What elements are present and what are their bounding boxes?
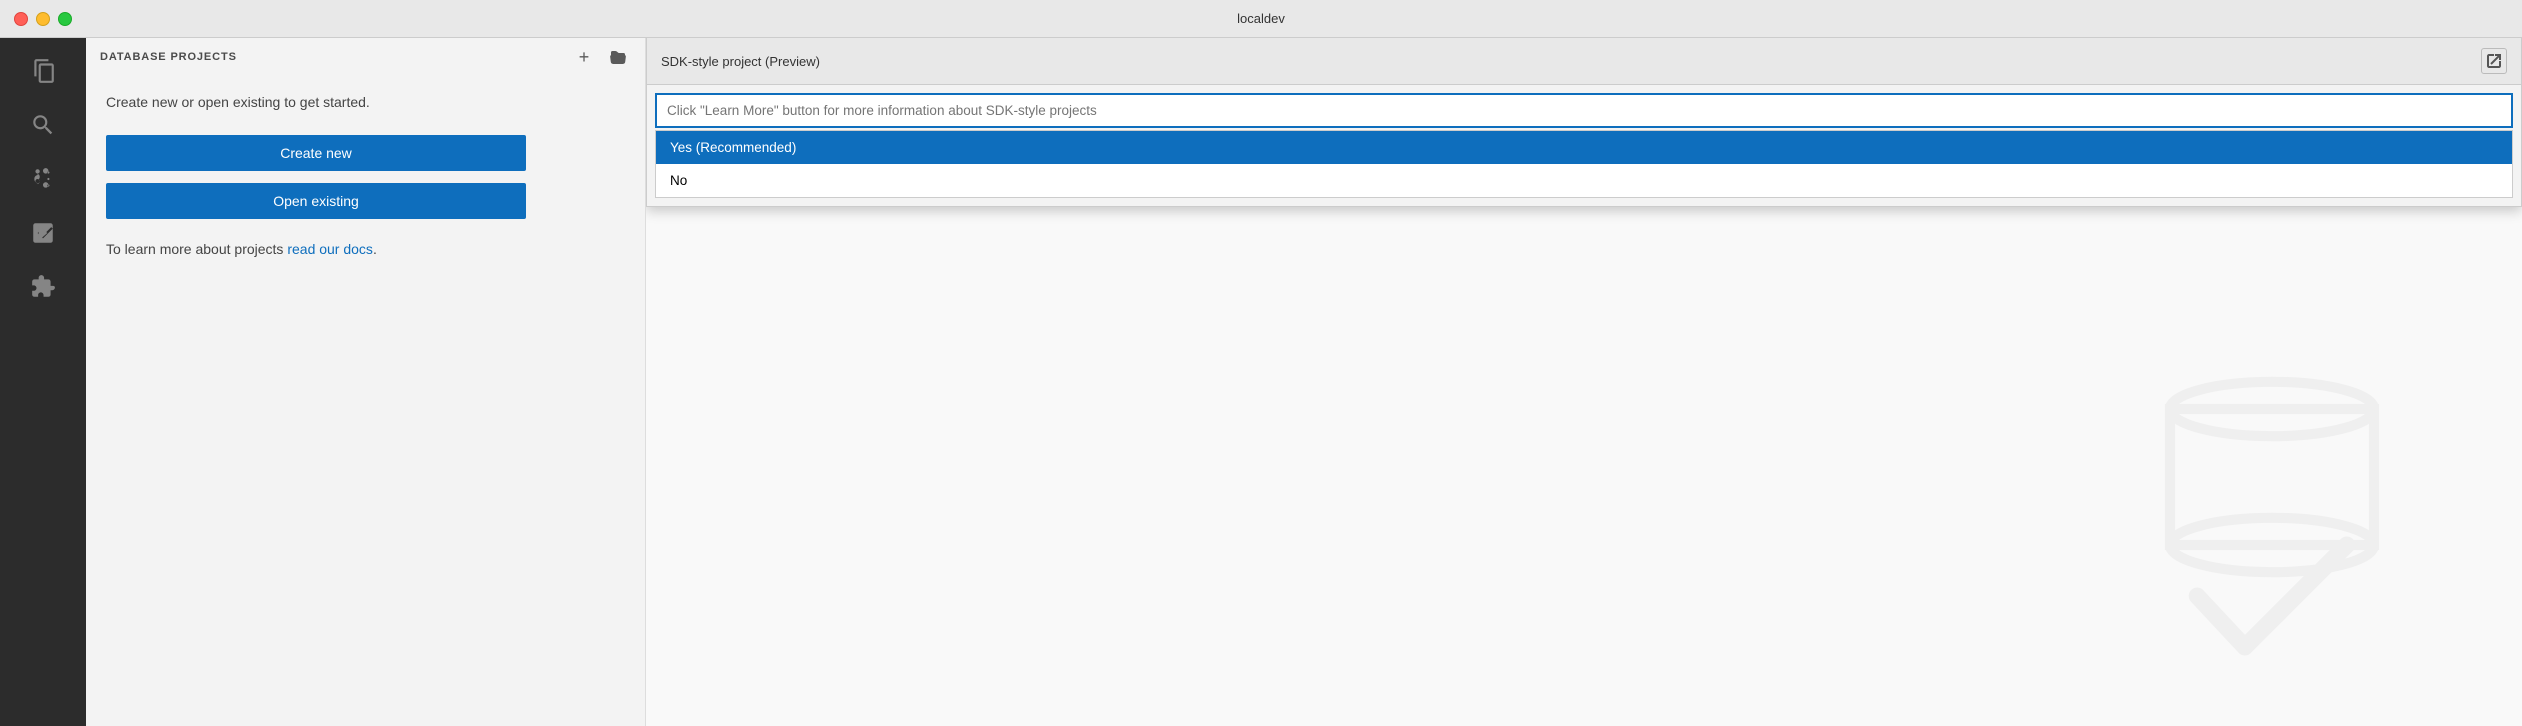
dropdown-option-no[interactable]: No	[656, 164, 2512, 197]
dropdown-option-yes[interactable]: Yes (Recommended)	[656, 131, 2512, 164]
external-link-icon	[2487, 54, 2501, 68]
sidebar-item-source-control[interactable]	[18, 154, 68, 204]
learn-more-prefix: To learn more about projects	[106, 241, 287, 257]
copy-icon	[30, 58, 56, 84]
external-link-button[interactable]	[2481, 48, 2507, 74]
dialog: SDK-style project (Preview) Yes (Recomme…	[646, 38, 2522, 207]
magnify-icon	[30, 112, 56, 138]
learn-more-suffix: .	[373, 241, 377, 257]
run-debug-icon	[30, 220, 56, 246]
sidebar-item-search[interactable]	[18, 100, 68, 150]
extensions-icon	[30, 274, 56, 300]
side-panel-content: Create new or open existing to get start…	[86, 76, 645, 726]
add-project-button[interactable]: +	[571, 44, 597, 70]
side-panel: DATABASE PROJECTS + Create new or open e…	[86, 38, 646, 726]
branch-icon	[30, 166, 56, 192]
traffic-lights	[14, 12, 72, 26]
maximize-button[interactable]	[58, 12, 72, 26]
minimize-button[interactable]	[36, 12, 50, 26]
titlebar: localdev	[0, 0, 2522, 38]
sidebar-item-extensions[interactable]	[18, 262, 68, 312]
side-panel-title: DATABASE PROJECTS	[100, 51, 571, 63]
dropdown-list: Yes (Recommended) No	[655, 130, 2513, 198]
dialog-body: Yes (Recommended) No	[647, 85, 2521, 198]
sidebar-item-run-debug[interactable]	[18, 208, 68, 258]
activity-bar	[0, 38, 86, 726]
folder-open-icon	[610, 49, 626, 65]
open-existing-button[interactable]: Open existing	[106, 183, 526, 219]
open-project-button[interactable]	[605, 44, 631, 70]
titlebar-title: localdev	[1237, 11, 1285, 26]
side-panel-header: DATABASE PROJECTS +	[86, 38, 645, 76]
app-container: DATABASE PROJECTS + Create new or open e…	[0, 38, 2522, 726]
dialog-titlebar: SDK-style project (Preview)	[647, 38, 2521, 85]
description-text: Create new or open existing to get start…	[106, 92, 629, 113]
learn-more-text: To learn more about projects read our do…	[106, 239, 629, 260]
sidebar-item-explorer[interactable]	[18, 46, 68, 96]
sdk-style-input[interactable]	[655, 93, 2513, 128]
watermark	[2102, 341, 2442, 686]
dialog-input-wrapper	[647, 85, 2521, 128]
create-new-button[interactable]: Create new	[106, 135, 526, 171]
close-button[interactable]	[14, 12, 28, 26]
side-panel-actions: +	[571, 44, 631, 70]
dialog-title: SDK-style project (Preview)	[661, 54, 820, 69]
read-docs-link[interactable]: read our docs	[287, 241, 373, 257]
watermark-icon	[2102, 341, 2442, 681]
main-content: SDK-style project (Preview) Yes (Recomme…	[646, 38, 2522, 726]
